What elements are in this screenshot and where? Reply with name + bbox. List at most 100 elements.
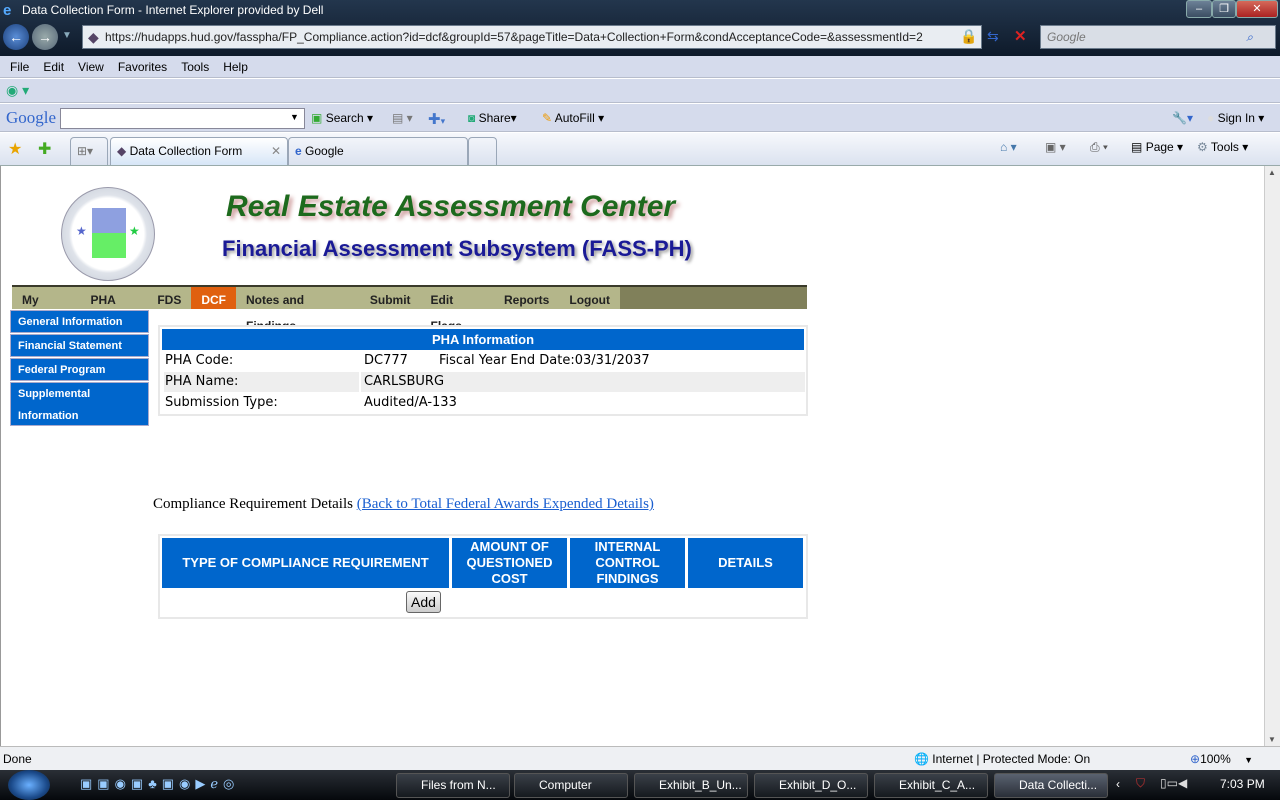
scroll-down-icon[interactable]: ▼ <box>1268 735 1276 744</box>
status-text: Done <box>3 752 32 766</box>
taskbar-item-files[interactable]: Files from N... <box>396 773 510 798</box>
globe-icon: 🌐 <box>914 752 929 766</box>
submission-type-label: Submission Type: <box>165 395 278 410</box>
tab-label: Data Collection Form <box>129 144 243 158</box>
column-header-details: DETAILS <box>688 538 803 588</box>
zoom-value: 100% <box>1200 752 1231 766</box>
ie-icon: e <box>3 2 12 19</box>
sidebar-item-federal-program[interactable]: Federal Program <box>10 358 149 381</box>
share-label: Share <box>478 111 511 125</box>
quick-launch-icons[interactable]: ▣▣◉▣♣▣◉▶ℯ◎ <box>80 776 239 792</box>
status-bar: Done 🌐 Internet | Protected Mode: On ⊕10… <box>0 746 1280 770</box>
taskbar-item-exhibit-c[interactable]: Exhibit_C_A... <box>874 773 988 798</box>
menu-file[interactable]: File <box>10 60 29 74</box>
nav-dcf[interactable]: DCF <box>191 287 237 309</box>
search-input[interactable]: Google ⌕ <box>1040 25 1276 49</box>
nav-submit[interactable]: Submit <box>360 287 421 309</box>
taskbar-item-data-collection[interactable]: Data Collecti... <box>994 773 1108 798</box>
menu-view[interactable]: View <box>78 60 104 74</box>
new-tab-button[interactable] <box>468 137 497 165</box>
zoom-icon: ⊕ <box>1190 752 1201 766</box>
sidebar-item-supplemental-information[interactable]: Supplemental Information <box>10 382 149 426</box>
nav-my-inbox[interactable]: My Inbox <box>12 287 81 333</box>
window-title: Data Collection Form - Internet Explorer… <box>22 3 324 17</box>
compliance-heading: Compliance Requirement Details (Back to … <box>153 496 654 513</box>
site-icon: ◆ <box>117 144 127 158</box>
tab-google[interactable]: e Google <box>288 137 468 165</box>
scroll-up-icon[interactable]: ▲ <box>1268 168 1276 177</box>
tab-data-collection-form[interactable]: ◆ Data Collection Form ✕ <box>110 137 288 165</box>
history-dropdown-icon[interactable]: ▼ <box>62 30 72 41</box>
home-icon[interactable]: ⌂ ▾ <box>1000 140 1017 154</box>
back-to-federal-awards-link[interactable]: (Back to Total Federal Awards Expended D… <box>357 496 654 512</box>
taskbar-item-exhibit-b[interactable]: Exhibit_B_Un... <box>634 773 748 798</box>
ie-icon: e <box>295 144 302 158</box>
pha-name-label: PHA Name: <box>165 374 239 389</box>
vertical-scrollbar[interactable]: ▲ ▼ <box>1264 166 1280 746</box>
tools-menu[interactable]: ⚙ Tools ▾ <box>1197 140 1248 154</box>
start-button[interactable] <box>8 770 50 800</box>
fiscal-year-end-date: Fiscal Year End Date:03/31/2037 <box>439 353 650 368</box>
sidebar-item-general-information[interactable]: General Information <box>10 310 149 333</box>
search-placeholder: Google <box>1047 30 1086 44</box>
menu-help[interactable]: Help <box>223 60 248 74</box>
autofill-button[interactable]: ✎ AutoFill ▾ <box>542 111 604 125</box>
pdf-addon-icon[interactable]: ◉ ▾ <box>6 82 29 99</box>
site-subtitle: Financial Assessment Subsystem (FASS-PH) <box>222 236 692 261</box>
forward-button[interactable]: → <box>32 24 58 50</box>
nav-edit-flags[interactable]: Edit Flags <box>421 287 494 333</box>
add-favorites-icon[interactable]: ✚ <box>38 139 51 159</box>
close-tab-icon[interactable]: ✕ <box>271 138 281 164</box>
clock[interactable]: 7:03 PM <box>1220 777 1265 791</box>
back-button[interactable]: ← <box>3 24 29 50</box>
taskbar-item-computer[interactable]: Computer <box>514 773 628 798</box>
pha-information-panel: PHA Information PHA Code: DC777 Fiscal Yea… <box>158 325 808 416</box>
taskbar-item-exhibit-d[interactable]: Exhibit_D_O... <box>754 773 868 798</box>
google-search-button[interactable]: ▣ Search ▾ <box>311 111 373 125</box>
compliance-label: Compliance Requirement Details <box>153 496 353 512</box>
stop-icon[interactable]: ✕ <box>1014 27 1027 45</box>
add-button-icon[interactable]: ✚▾ <box>428 110 445 128</box>
add-button[interactable]: Add <box>406 591 441 613</box>
nav-pha-info[interactable]: PHA Info <box>81 287 148 333</box>
page-content: ★ ★ Real Estate Assessment Center Financ… <box>0 166 1264 746</box>
pha-code-row: PHA Code: DC777 Fiscal Year End Date:03/31… <box>164 351 805 371</box>
quick-tabs-button[interactable]: ⊞▾ <box>70 137 108 165</box>
menu-favorites[interactable]: Favorites <box>118 60 167 74</box>
zoom-level[interactable]: ⊕100% ▼ <box>1190 747 1253 772</box>
tray-expand-icon[interactable]: ‹ <box>1116 777 1120 791</box>
pha-code-value: DC777 <box>364 353 408 368</box>
minimize-button[interactable]: – <box>1186 0 1212 18</box>
favorites-star-icon[interactable]: ★ <box>8 139 22 159</box>
google-search-input[interactable] <box>60 108 305 129</box>
nav-fds[interactable]: FDS <box>147 287 191 309</box>
network-icon[interactable]: ▯▭◀ <box>1160 776 1187 790</box>
url-text: https://hudapps.hud.gov/fasspha/FP_Compl… <box>105 30 923 44</box>
antivirus-icon[interactable]: ⛉ <box>1136 776 1145 791</box>
search-icon[interactable]: ⌕ <box>1246 26 1253 48</box>
print-icon[interactable]: ⎙ ▾ <box>1090 140 1108 155</box>
share-button[interactable]: ◙ Share▾ <box>468 111 517 125</box>
feeds-icon[interactable]: ▣ ▾ <box>1045 140 1066 154</box>
zone-label: Internet | Protected Mode: On <box>932 752 1091 766</box>
menu-tools[interactable]: Tools <box>181 60 209 74</box>
maximize-button[interactable]: ❐ <box>1212 0 1236 18</box>
nav-reports[interactable]: Reports <box>494 287 559 309</box>
menu-edit[interactable]: Edit <box>43 60 64 74</box>
hud-seal-logo: ★ ★ <box>61 187 155 281</box>
close-button[interactable]: ✕ <box>1236 0 1278 18</box>
page-layout-icon[interactable]: ▤ ▾ <box>392 111 413 125</box>
lock-icon[interactable]: 🔒 <box>960 28 977 45</box>
wrench-icon[interactable]: 🔧▾ <box>1172 111 1193 125</box>
sidebar-item-financial-statement[interactable]: Financial Statement <box>10 334 149 357</box>
security-zone[interactable]: 🌐 Internet | Protected Mode: On <box>914 747 1090 771</box>
google-search-dropdown-icon[interactable]: ▼ <box>290 112 299 122</box>
refresh-icon[interactable]: ⇆ <box>987 28 999 45</box>
page-menu[interactable]: ▤ Page ▾ <box>1131 140 1183 154</box>
nav-notes-and-findings[interactable]: Notes and Findings <box>236 287 360 333</box>
sign-in-button[interactable]: ● Sign In ▾ <box>1207 111 1264 125</box>
nav-logout[interactable]: Logout <box>559 287 620 309</box>
user-icon: ● <box>1207 111 1215 125</box>
page-label: Page <box>1145 140 1174 154</box>
address-bar[interactable]: https://hudapps.hud.gov/fasspha/FP_Compl… <box>82 25 982 49</box>
